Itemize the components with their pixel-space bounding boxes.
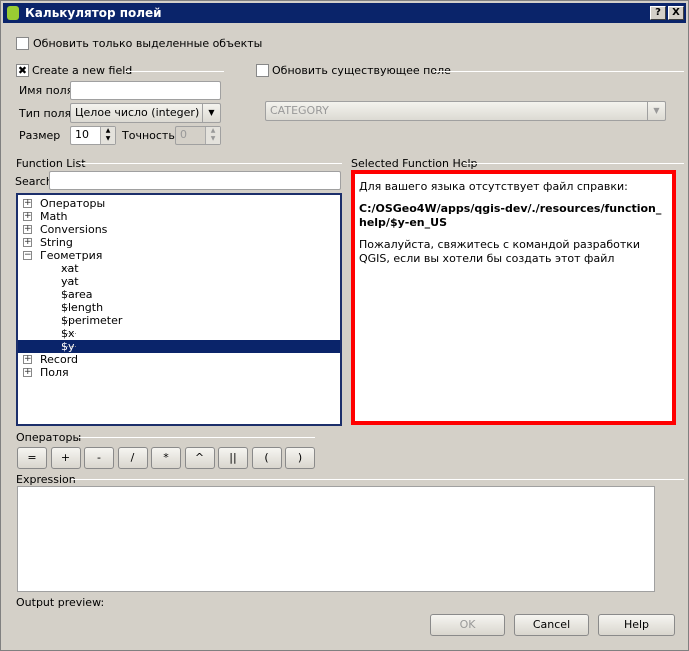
expand-icon[interactable]: + — [23, 238, 32, 247]
tree-item-group[interactable]: + Операторы — [18, 197, 340, 210]
spin-arrows-icon[interactable]: ▲ ▼ — [205, 127, 220, 144]
tree-item-label: $x — [61, 327, 75, 340]
tree-item-group[interactable]: + Поля — [18, 366, 340, 379]
tree-item-group[interactable]: − Геометрия — [18, 249, 340, 262]
expand-icon[interactable]: + — [23, 368, 32, 377]
existing-field-select[interactable]: CATEGORY ▼ — [265, 101, 666, 121]
tree-item-label: yat — [61, 275, 79, 288]
operator-button[interactable]: / — [117, 447, 148, 469]
operators-label: Операторы — [16, 431, 82, 444]
search-label: Search — [15, 175, 53, 188]
tree-item-function[interactable]: $perimeter — [18, 314, 340, 327]
update-existing-checkbox[interactable] — [256, 64, 269, 77]
tree-item-label: $y — [61, 340, 75, 353]
precision-value: 0 — [180, 128, 187, 141]
help-button[interactable]: Help — [598, 614, 675, 636]
tree-item-function[interactable]: $area — [18, 288, 340, 301]
divider — [125, 71, 224, 72]
tree-item-group[interactable]: + Conversions — [18, 223, 340, 236]
tree-item-function[interactable]: $y — [18, 340, 340, 353]
only-selected-checkbox[interactable] — [16, 37, 29, 50]
divider — [434, 71, 684, 72]
expand-icon[interactable]: + — [23, 225, 32, 234]
size-spinbox[interactable]: 10 ▲ ▼ — [70, 126, 116, 145]
tree-item-function[interactable]: $x — [18, 327, 340, 340]
tree-item-function[interactable]: $length — [18, 301, 340, 314]
tree-item-group[interactable]: + Math — [18, 210, 340, 223]
tree-item-function[interactable]: yat — [18, 275, 340, 288]
divider — [463, 163, 684, 164]
precision-label: Точность — [122, 129, 175, 142]
search-input[interactable] — [49, 171, 341, 190]
tree-item-label: $perimeter — [61, 314, 123, 327]
tree-item-label: Геометрия — [40, 249, 103, 262]
operator-button[interactable]: - — [84, 447, 114, 469]
expression-label: Expression — [16, 473, 76, 486]
help-path: C:/OSGeo4W/apps/qgis-dev/./resources/fun… — [359, 202, 662, 229]
operator-button[interactable]: * — [151, 447, 181, 469]
expand-icon[interactable]: + — [23, 212, 32, 221]
operator-button[interactable]: || — [218, 447, 248, 469]
ok-button[interactable]: OK — [430, 614, 505, 636]
expression-textarea[interactable] — [17, 486, 655, 592]
tree-item-label: xat — [61, 262, 79, 275]
operator-button[interactable]: ^ — [184, 447, 215, 469]
help-title-button[interactable]: ? — [650, 6, 666, 20]
help-contact-text: Пожалуйста, свяжитесь с командой разрабо… — [359, 238, 641, 265]
tree-item-label: $length — [61, 301, 104, 314]
operator-button[interactable]: = — [17, 447, 47, 469]
field-name-input[interactable] — [70, 81, 221, 100]
title-bar: Калькулятор полей ? X — [3, 3, 686, 23]
divider — [79, 163, 342, 164]
tree-item-label: Поля — [40, 366, 69, 379]
field-type-label: Тип поля — [19, 107, 72, 120]
update-existing-label: Обновить существующее поле — [272, 64, 451, 77]
precision-spinbox[interactable]: 0 ▲ ▼ — [175, 126, 221, 145]
tree-item-group[interactable]: + Record — [18, 353, 340, 366]
tree-item-group[interactable]: + String — [18, 236, 340, 249]
operator-button[interactable]: ) — [285, 447, 315, 469]
spin-arrows-icon[interactable]: ▲ ▼ — [100, 127, 115, 144]
chevron-down-icon: ▼ — [202, 104, 220, 122]
close-button[interactable]: X — [668, 6, 684, 20]
tree-item-label: Math — [40, 210, 68, 223]
only-selected-label: Обновить только выделенные объекты — [33, 37, 263, 50]
field-calculator-dialog: Калькулятор полей ? X Обновить только вы… — [0, 0, 689, 651]
field-type-select[interactable]: Целое число (integer) ▼ — [70, 103, 221, 123]
output-preview-label: Output preview: — [16, 596, 105, 609]
size-label: Размер — [19, 129, 61, 142]
tree-item-function[interactable]: xat — [18, 262, 340, 275]
function-help-panel: Для вашего языка отсутствует файл справк… — [351, 170, 676, 425]
size-value: 10 — [75, 128, 89, 141]
cancel-button[interactable]: Cancel — [514, 614, 589, 636]
operator-button[interactable]: ( — [251, 447, 282, 469]
divider — [71, 479, 684, 480]
existing-field-value: CATEGORY — [270, 104, 329, 117]
chevron-down-icon: ▼ — [647, 102, 665, 120]
qgis-logo-icon — [7, 6, 19, 20]
tree-item-label: Conversions — [40, 223, 108, 236]
expand-icon[interactable]: + — [23, 355, 32, 364]
function-tree[interactable]: + Операторы + Math + Conversions + String − Геоме… — [16, 193, 342, 426]
create-new-field-checkbox[interactable]: ✖ — [16, 64, 29, 77]
operator-button[interactable]: + — [50, 447, 81, 469]
tree-item-label: Операторы — [40, 197, 106, 210]
collapse-icon[interactable]: − — [23, 251, 32, 260]
field-type-value: Целое число (integer) — [75, 106, 200, 119]
function-list-label: Function List — [16, 157, 86, 170]
field-name-label: Имя поля — [19, 84, 74, 97]
tree-item-label: $area — [61, 288, 93, 301]
help-label: Selected Function Help — [351, 157, 478, 170]
tree-item-label: String — [40, 236, 73, 249]
window-title: Калькулятор полей — [25, 6, 162, 20]
tree-item-label: Record — [40, 353, 79, 366]
help-missing-text: Для вашего языка отсутствует файл справк… — [359, 180, 628, 193]
create-new-field-label: Create a new field — [32, 64, 133, 77]
divider — [79, 437, 315, 438]
expand-icon[interactable]: + — [23, 199, 32, 208]
